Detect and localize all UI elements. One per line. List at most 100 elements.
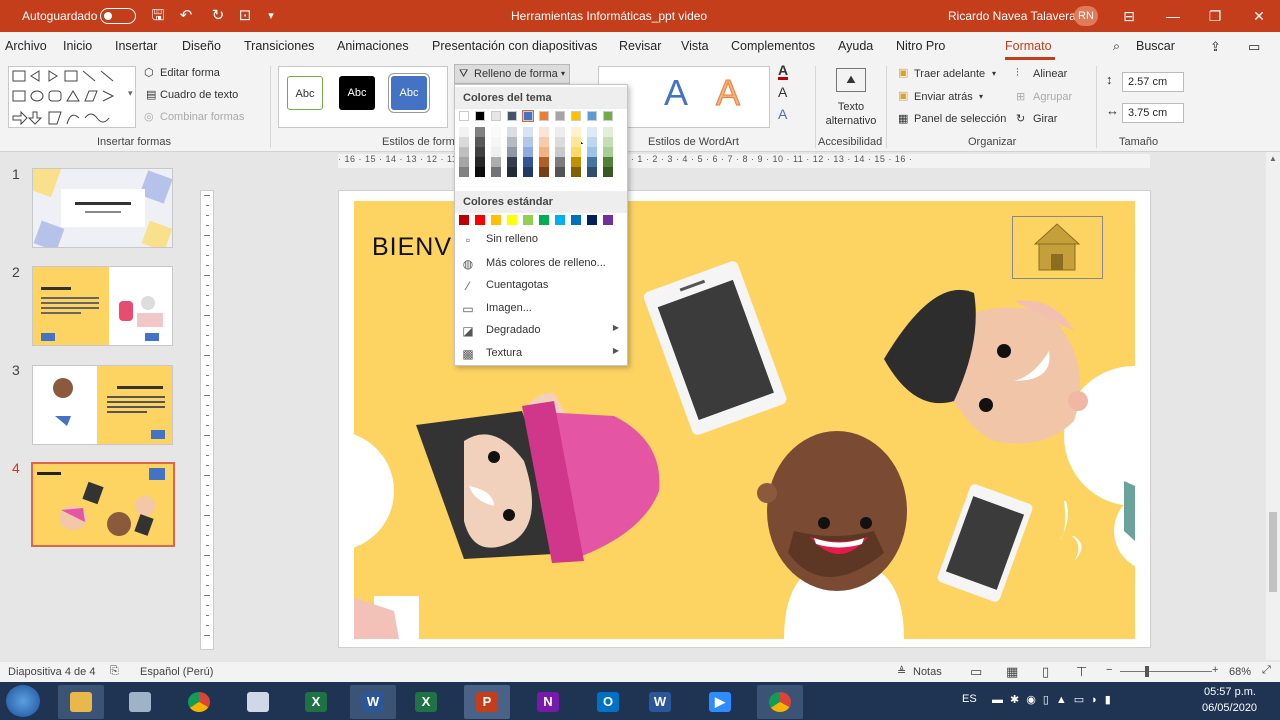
- theme-color-shade-swatch[interactable]: [507, 147, 517, 157]
- theme-color-shade-swatch[interactable]: [459, 167, 469, 177]
- theme-color-shade-swatch[interactable]: [459, 127, 469, 137]
- send-backward-icon[interactable]: ▣: [898, 89, 908, 102]
- selection-pane-button[interactable]: Panel de selección: [914, 113, 1006, 125]
- theme-color-shade-swatch[interactable]: [475, 137, 485, 147]
- taskbar-chrome-2[interactable]: [757, 685, 803, 719]
- more-fill-colors-item[interactable]: ◍ Más colores de relleno...: [455, 253, 627, 275]
- theme-color-shade-swatch[interactable]: [523, 127, 533, 137]
- rotate-button[interactable]: Girar: [1033, 113, 1057, 125]
- share-icon[interactable]: ⇪: [1210, 39, 1221, 55]
- restore-icon[interactable]: ❐: [1194, 0, 1236, 32]
- taskbar-powerpoint[interactable]: P: [464, 685, 510, 719]
- theme-color-shade-swatch[interactable]: [475, 157, 485, 167]
- fit-slide-icon[interactable]: ⤢: [1262, 664, 1271, 677]
- tab-animaciones[interactable]: Animaciones: [337, 39, 409, 53]
- theme-color-shade-swatch[interactable]: [539, 147, 549, 157]
- bring-forward-button[interactable]: Traer adelante: [914, 68, 985, 80]
- taskbar-chrome[interactable]: [176, 685, 222, 719]
- edit-shape-icon[interactable]: ⬡: [144, 66, 154, 79]
- text-box-button[interactable]: Cuadro de texto: [160, 89, 238, 101]
- standard-color-swatch[interactable]: [587, 215, 597, 225]
- slide-thumbnail-1[interactable]: [32, 168, 173, 248]
- tab-archivo[interactable]: Archivo: [5, 39, 47, 53]
- user-name[interactable]: Ricardo Navea Talavera: [948, 9, 1076, 23]
- home-shape-selected[interactable]: [1012, 216, 1103, 279]
- theme-color-swatch[interactable]: [539, 111, 549, 121]
- theme-color-shade-swatch[interactable]: [555, 147, 565, 157]
- standard-color-swatch[interactable]: [539, 215, 549, 225]
- autosave-toggle[interactable]: [100, 8, 136, 24]
- text-outline-icon[interactable]: A: [778, 85, 787, 99]
- theme-color-shade-swatch[interactable]: [491, 147, 501, 157]
- tab-revisar[interactable]: Revisar: [619, 39, 661, 53]
- shapes-gallery-scroll-icon[interactable]: ▾: [128, 88, 133, 99]
- chevron-down-icon[interactable]: ▾: [992, 69, 996, 78]
- standard-color-swatch[interactable]: [603, 215, 613, 225]
- theme-color-shade-swatch[interactable]: [555, 137, 565, 147]
- theme-color-shade-swatch[interactable]: [571, 157, 581, 167]
- zoom-in-icon[interactable]: +: [1212, 664, 1218, 676]
- chevron-down-icon[interactable]: ▾: [979, 92, 983, 101]
- shape-width-input[interactable]: 3.75 cm: [1122, 103, 1184, 123]
- theme-color-shade-swatch[interactable]: [539, 167, 549, 177]
- zoom-out-icon[interactable]: −: [1106, 664, 1112, 676]
- zoom-slider-thumb[interactable]: [1145, 666, 1149, 677]
- theme-color-swatch[interactable]: [507, 111, 517, 121]
- clock-date[interactable]: 06/05/2020: [1202, 702, 1257, 714]
- text-effects-icon[interactable]: A: [778, 107, 787, 121]
- theme-color-swatch[interactable]: [475, 111, 485, 121]
- taskbar-word-2[interactable]: W: [637, 685, 683, 719]
- theme-color-swatch[interactable]: [603, 111, 613, 121]
- send-backward-button[interactable]: Enviar atrás: [914, 91, 973, 103]
- undo-icon[interactable]: ↶: [174, 4, 198, 28]
- start-button[interactable]: [6, 685, 40, 717]
- standard-color-swatch[interactable]: [571, 215, 581, 225]
- clock-time[interactable]: 05:57 p.m.: [1204, 686, 1256, 698]
- theme-color-shade-swatch[interactable]: [555, 157, 565, 167]
- taskbar-onenote[interactable]: N: [525, 685, 571, 719]
- language-indicator[interactable]: Español (Perú): [140, 666, 213, 678]
- vertical-scrollbar[interactable]: ▲: [1266, 152, 1280, 660]
- theme-color-shade-swatch[interactable]: [603, 137, 613, 147]
- theme-color-shade-swatch[interactable]: [571, 137, 581, 147]
- customize-qat-icon[interactable]: ▾: [259, 4, 283, 28]
- theme-color-shade-swatch[interactable]: [491, 167, 501, 177]
- theme-color-shade-swatch[interactable]: [587, 147, 597, 157]
- theme-color-shade-swatch[interactable]: [491, 157, 501, 167]
- reading-view-icon[interactable]: ▯: [1042, 664, 1049, 680]
- spell-check-icon[interactable]: ⎘: [110, 665, 119, 678]
- minimize-icon[interactable]: —: [1152, 0, 1194, 32]
- alt-text-icon[interactable]: ⛰: [836, 68, 866, 92]
- standard-color-swatch[interactable]: [475, 215, 485, 225]
- redo-icon[interactable]: ↻: [206, 4, 230, 28]
- theme-color-shade-swatch[interactable]: [539, 157, 549, 167]
- slide-thumbnail-2[interactable]: [32, 266, 173, 346]
- standard-color-swatch[interactable]: [555, 215, 565, 225]
- bring-forward-icon[interactable]: ▣: [898, 66, 908, 79]
- theme-color-shade-swatch[interactable]: [523, 157, 533, 167]
- wordart-style-3[interactable]: A: [715, 72, 740, 114]
- theme-color-shade-swatch[interactable]: [459, 147, 469, 157]
- taskbar-outlook[interactable]: O: [585, 685, 631, 719]
- edit-shape-button[interactable]: Editar forma: [160, 67, 220, 79]
- shape-style-1[interactable]: Abc: [287, 76, 323, 110]
- zoom-slider[interactable]: [1120, 671, 1212, 672]
- tab-ayuda[interactable]: Ayuda: [838, 39, 873, 53]
- comments-icon[interactable]: ▭: [1248, 39, 1260, 55]
- gradient-fill-item[interactable]: ◪ Degradado ▶: [455, 320, 627, 342]
- search-label[interactable]: Buscar: [1136, 39, 1175, 53]
- theme-color-shade-swatch[interactable]: [523, 167, 533, 177]
- taskbar-paint[interactable]: [235, 685, 281, 719]
- normal-view-icon[interactable]: ▭: [970, 664, 982, 680]
- standard-color-swatch[interactable]: [459, 215, 469, 225]
- slide-thumbnail-4[interactable]: [31, 462, 175, 547]
- align-icon[interactable]: ⫶: [1016, 67, 1019, 80]
- theme-color-shade-swatch[interactable]: [475, 167, 485, 177]
- theme-color-swatch[interactable]: [491, 111, 501, 121]
- theme-color-shade-swatch[interactable]: [459, 137, 469, 147]
- taskbar-word-1[interactable]: W: [350, 685, 396, 719]
- theme-color-swatch[interactable]: [587, 111, 597, 121]
- present-icon[interactable]: ⊡: [233, 4, 257, 28]
- shapes-gallery[interactable]: [8, 66, 136, 128]
- taskbar-zoom[interactable]: ▶: [697, 685, 743, 719]
